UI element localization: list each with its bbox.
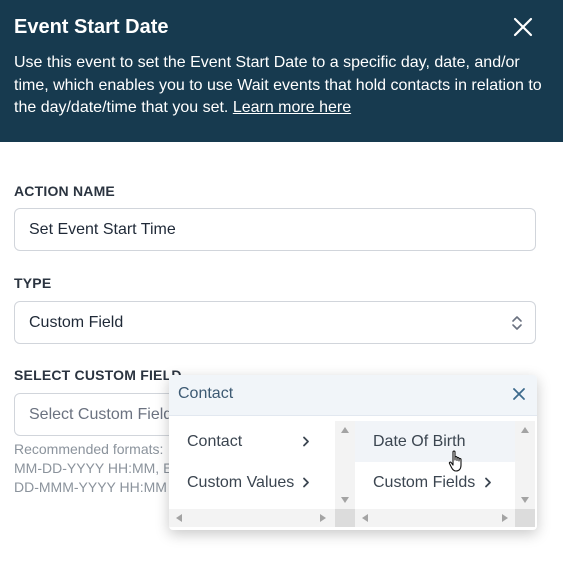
- format-hint-line: Recommended formats:: [14, 441, 164, 457]
- scrollbar-corner: [515, 509, 535, 527]
- action-name-label: ACTION NAME: [14, 183, 115, 199]
- list-item-contact[interactable]: Contact: [169, 421, 335, 462]
- action-name-value: Set Event Start Time: [29, 221, 176, 238]
- vertical-scrollbar[interactable]: [515, 421, 535, 509]
- list-item-custom-values[interactable]: Custom Values: [169, 462, 335, 503]
- scroll-down-icon[interactable]: [521, 497, 529, 503]
- list-item-label: Contact: [187, 433, 243, 450]
- type-select[interactable]: Custom Field: [14, 301, 536, 344]
- learn-more-link[interactable]: Learn more here: [233, 99, 351, 116]
- modal-header: Event Start Date Use this event to set t…: [0, 0, 563, 142]
- format-hint: Recommended formats: MM-DD-YYYY HH:MM, E…: [14, 440, 174, 497]
- list-item-date-of-birth[interactable]: Date Of Birth: [355, 421, 515, 462]
- type-select-value: Custom Field: [29, 314, 124, 331]
- scroll-right-icon[interactable]: [502, 514, 508, 522]
- horizontal-scrollbar[interactable]: [355, 509, 515, 527]
- scroll-left-icon[interactable]: [362, 514, 368, 522]
- list-item-label: Date Of Birth: [373, 433, 466, 450]
- format-hint-line: MM-DD-YYYY HH:MM, E: [14, 460, 173, 476]
- chevron-right-icon: [303, 436, 309, 447]
- field-picker-popup: Contact Contact Custom Values Date Of Bi…: [169, 375, 537, 530]
- hand-pointer-icon: [448, 450, 462, 472]
- scroll-up-icon[interactable]: [341, 427, 349, 433]
- format-hint-line: DD-MMM-YYYY HH:MM: [14, 479, 167, 495]
- chevron-right-icon: [303, 477, 309, 488]
- category-list: Contact Custom Values: [169, 421, 335, 509]
- type-label: TYPE: [14, 275, 52, 291]
- select-arrows-icon: [512, 316, 522, 330]
- action-name-input[interactable]: Set Event Start Time: [14, 208, 536, 251]
- scroll-down-icon[interactable]: [341, 497, 349, 503]
- scrollbar-corner: [335, 509, 355, 527]
- chevron-right-icon: [485, 477, 491, 488]
- popup-title: Contact: [178, 385, 234, 402]
- popup-header: Contact: [169, 375, 537, 416]
- field-list: Date Of Birth Custom Fields: [355, 421, 515, 509]
- list-item-custom-fields[interactable]: Custom Fields: [355, 462, 515, 503]
- horizontal-scrollbar[interactable]: [169, 509, 335, 527]
- list-item-label: Custom Fields: [373, 474, 476, 491]
- modal-title: Event Start Date: [14, 16, 169, 38]
- scroll-up-icon[interactable]: [521, 427, 529, 433]
- custom-field-placeholder: Select Custom Field: [29, 406, 173, 423]
- vertical-scrollbar[interactable]: [335, 421, 355, 509]
- custom-field-label: SELECT CUSTOM FIELD: [14, 367, 182, 383]
- close-icon[interactable]: [511, 15, 535, 39]
- list-item-label: Custom Values: [187, 474, 295, 491]
- scroll-left-icon[interactable]: [176, 514, 182, 522]
- close-icon[interactable]: [512, 387, 526, 401]
- modal-description: Use this event to set the Event Start Da…: [14, 52, 544, 120]
- scroll-right-icon[interactable]: [320, 514, 326, 522]
